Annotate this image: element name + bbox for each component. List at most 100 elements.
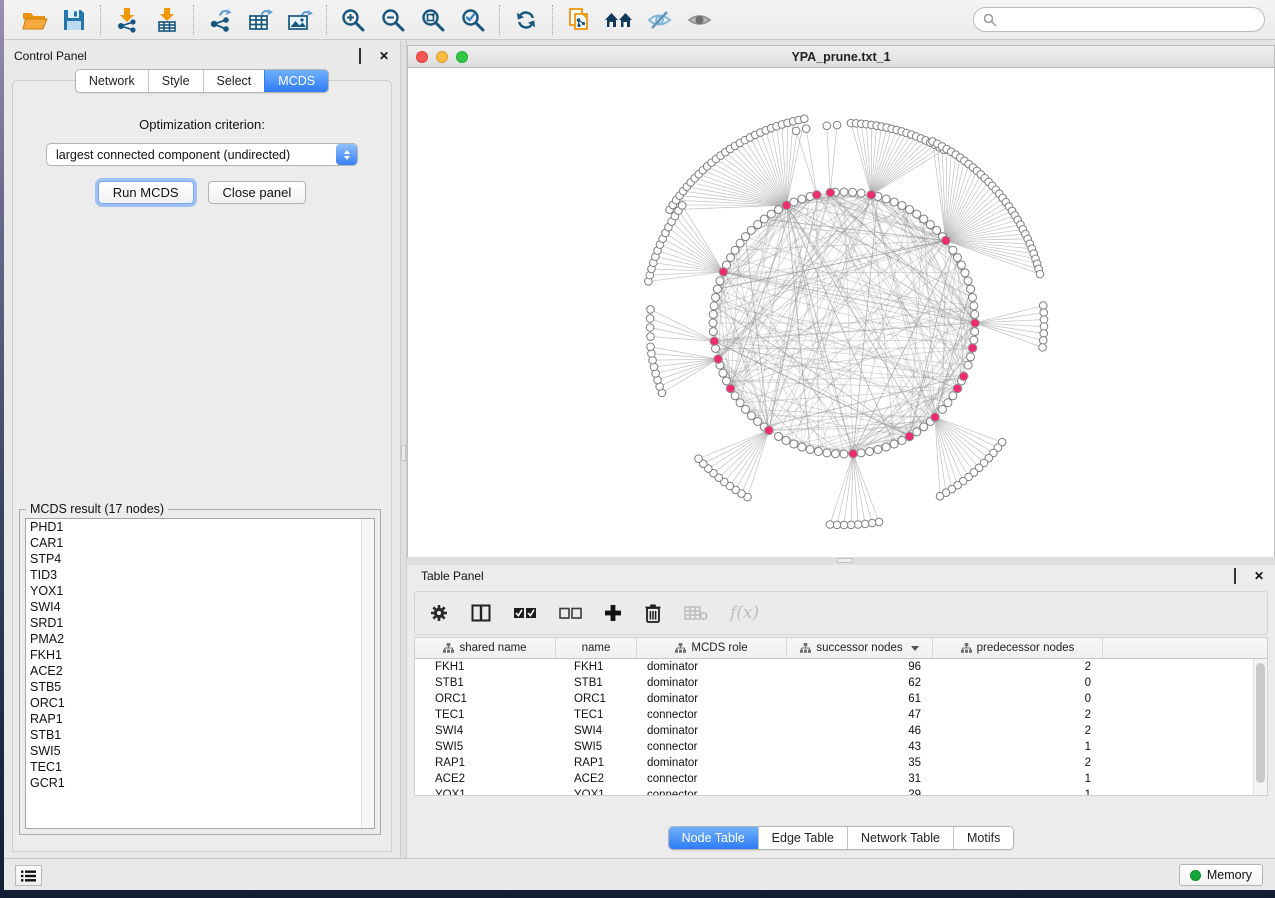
- table-cell-successor_nodes[interactable]: 96: [787, 659, 933, 675]
- network-window-titlebar[interactable]: YPA_prune.txt_1: [408, 46, 1274, 68]
- table-cell-predecessor_nodes[interactable]: 1: [933, 771, 1103, 787]
- column-header-MCDS-role[interactable]: MCDS role: [637, 638, 787, 658]
- graph-node[interactable]: [971, 310, 979, 318]
- table-row[interactable]: ORC1ORC1dominator610: [415, 691, 1253, 707]
- graph-node[interactable]: [814, 447, 822, 455]
- graph-node[interactable]: [727, 254, 735, 262]
- table-cell-successor_nodes[interactable]: 47: [787, 707, 933, 723]
- zoom-out-button[interactable]: [373, 3, 413, 37]
- graph-node[interactable]: [926, 221, 934, 229]
- graph-node[interactable]: [933, 226, 941, 234]
- list-item[interactable]: CAR1: [26, 535, 374, 551]
- graph-node[interactable]: [957, 261, 965, 269]
- graph-node[interactable]: [710, 302, 718, 310]
- tab-mcds[interactable]: MCDS: [264, 70, 328, 92]
- tab-select[interactable]: Select: [203, 70, 265, 92]
- list-item[interactable]: FKH1: [26, 647, 374, 663]
- graph-node[interactable]: [968, 293, 976, 301]
- close-panel-button[interactable]: Close panel: [208, 181, 307, 204]
- hide-selected-button[interactable]: [639, 3, 679, 37]
- table-cell-mcds_role[interactable]: connector: [637, 739, 787, 755]
- run-mcds-button[interactable]: Run MCDS: [98, 181, 194, 204]
- table-cell-predecessor_nodes[interactable]: 0: [933, 675, 1103, 691]
- list-item[interactable]: SRD1: [26, 615, 374, 631]
- table-cell-predecessor_nodes[interactable]: 1: [933, 739, 1103, 755]
- graph-node[interactable]: [942, 236, 951, 245]
- graph-node[interactable]: [913, 428, 921, 436]
- graph-node[interactable]: [742, 233, 750, 241]
- table-cell-shared_name[interactable]: SWI4: [415, 723, 556, 739]
- search-field[interactable]: [973, 7, 1265, 32]
- graph-node[interactable]: [747, 412, 755, 420]
- column-header-successor-nodes[interactable]: successor nodes: [787, 638, 933, 658]
- table-cell-successor_nodes[interactable]: 31: [787, 771, 933, 787]
- export-table-button[interactable]: [240, 3, 280, 37]
- graph-node[interactable]: [1040, 330, 1048, 338]
- graph-node[interactable]: [866, 447, 874, 455]
- graph-node[interactable]: [782, 201, 791, 210]
- tab-network[interactable]: Network: [76, 70, 148, 92]
- save-session-button[interactable]: [54, 3, 94, 37]
- graph-node[interactable]: [647, 333, 655, 341]
- table-cell-predecessor_nodes[interactable]: 1: [933, 787, 1103, 795]
- graph-node[interactable]: [714, 355, 723, 364]
- table-cell-shared_name[interactable]: TEC1: [415, 707, 556, 723]
- list-item[interactable]: GCR1: [26, 775, 374, 791]
- graph-node[interactable]: [754, 221, 762, 229]
- list-item[interactable]: PMA2: [26, 631, 374, 647]
- deselect-all-rows-button[interactable]: [559, 607, 582, 620]
- graph-node[interactable]: [857, 189, 865, 197]
- graph-node[interactable]: [949, 246, 957, 254]
- graph-node[interactable]: [826, 521, 834, 529]
- table-cell-mcds_role[interactable]: dominator: [637, 755, 787, 771]
- first-neighbors-button[interactable]: [599, 3, 639, 37]
- graph-node[interactable]: [964, 277, 972, 285]
- table-cell-successor_nodes[interactable]: 62: [787, 675, 933, 691]
- graph-node[interactable]: [1039, 302, 1047, 310]
- graph-node[interactable]: [840, 521, 848, 529]
- graph-node[interactable]: [709, 328, 717, 336]
- delete-column-button[interactable]: [644, 603, 662, 623]
- list-item[interactable]: PHD1: [26, 519, 374, 535]
- mcds-result-list[interactable]: PHD1CAR1STP4TID3YOX1SWI4SRD1PMA2FKH1ACE2…: [25, 518, 375, 829]
- graph-node[interactable]: [953, 384, 962, 393]
- close-panel-icon[interactable]: ✕: [379, 51, 390, 62]
- function-builder-button[interactable]: f(x): [730, 603, 759, 623]
- table-cell-predecessor_nodes[interactable]: 2: [933, 723, 1103, 739]
- graph-node[interactable]: [798, 195, 806, 203]
- graph-node[interactable]: [775, 432, 783, 440]
- table-row[interactable]: TEC1TEC1connector472: [415, 707, 1253, 723]
- graph-node[interactable]: [959, 372, 968, 381]
- table-cell-name[interactable]: ACE2: [556, 771, 637, 787]
- graph-node[interactable]: [823, 449, 831, 457]
- graph-node[interactable]: [971, 328, 979, 336]
- table-cell-shared_name[interactable]: ACE2: [415, 771, 556, 787]
- graph-node[interactable]: [790, 440, 798, 448]
- list-item[interactable]: ORC1: [26, 695, 374, 711]
- table-cell-mcds_role[interactable]: dominator: [637, 723, 787, 739]
- search-input[interactable]: [997, 13, 1255, 27]
- graph-node[interactable]: [736, 399, 744, 407]
- graph-node[interactable]: [857, 449, 865, 457]
- table-cell-shared_name[interactable]: STB1: [415, 675, 556, 691]
- list-item[interactable]: SWI5: [26, 743, 374, 759]
- memory-button[interactable]: Memory: [1179, 864, 1263, 886]
- graph-node[interactable]: [840, 450, 848, 458]
- graph-node[interactable]: [949, 392, 957, 400]
- split-view-button[interactable]: [471, 604, 491, 622]
- graph-node[interactable]: [905, 432, 914, 441]
- graph-node[interactable]: [1040, 323, 1048, 331]
- graph-node[interactable]: [826, 188, 835, 197]
- graph-node[interactable]: [719, 268, 728, 277]
- table-cell-predecessor_nodes[interactable]: 2: [933, 707, 1103, 723]
- table-row[interactable]: RAP1RAP1dominator352: [415, 755, 1253, 771]
- graph-node[interactable]: [868, 519, 876, 527]
- table-row[interactable]: YOX1YOX1connector291: [415, 787, 1253, 795]
- network-canvas[interactable]: [408, 68, 1274, 559]
- graph-node[interactable]: [913, 210, 921, 218]
- graph-node[interactable]: [731, 246, 739, 254]
- splitter-handle[interactable]: [401, 445, 406, 461]
- graph-node[interactable]: [847, 521, 855, 529]
- graph-node[interactable]: [920, 215, 928, 223]
- table-cell-mcds_role[interactable]: dominator: [637, 675, 787, 691]
